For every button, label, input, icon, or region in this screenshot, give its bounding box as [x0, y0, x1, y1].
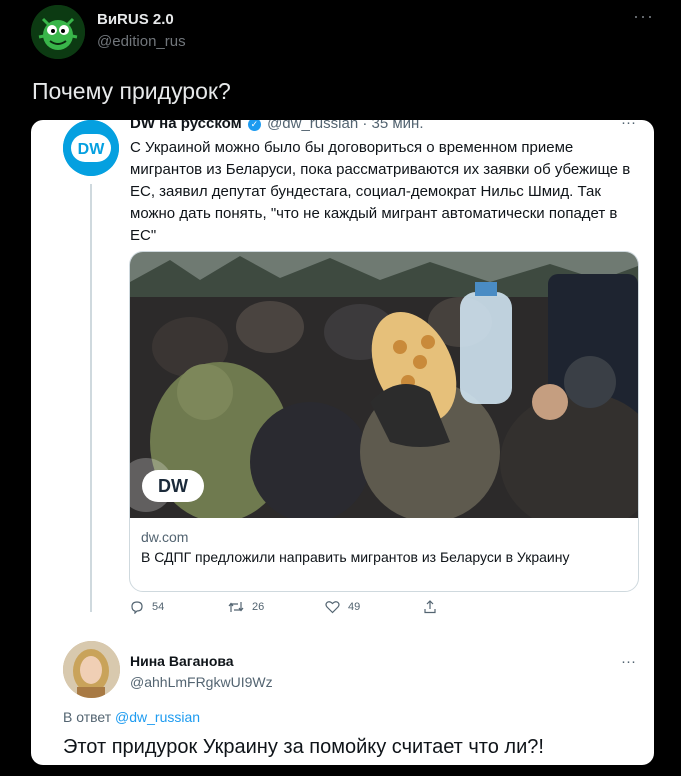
tweet-text: Почему придурок?: [32, 78, 231, 104]
reply-to-prefix: В ответ: [63, 709, 112, 725]
reply-more-button[interactable]: ···: [621, 653, 636, 670]
heart-icon: [325, 601, 340, 614]
woman-portrait-icon: [63, 641, 120, 698]
reply-count: 54: [152, 601, 165, 613]
tweet-actions: 54 26 49: [130, 600, 450, 620]
dw-logo-icon: DW: [63, 120, 119, 176]
quoted-header: DW на русском ✓ @dw_russian · 35 мин.: [130, 120, 424, 132]
dw-avatar[interactable]: DW: [63, 120, 119, 176]
reply-button[interactable]: 54: [130, 600, 164, 614]
retweet-icon: [228, 602, 244, 612]
author-avatar[interactable]: [31, 5, 85, 59]
reply-author-name[interactable]: Нина Ваганова: [130, 653, 234, 669]
reply-text: Этот придурок Украину за помойку считает…: [63, 736, 544, 758]
reply-to-handle-link[interactable]: @dw_russian: [115, 709, 200, 725]
quoted-screenshot: DW DW на русском ✓ @dw_russian · 35 мин.…: [31, 120, 654, 765]
like-count: 49: [348, 601, 361, 613]
tweet: ВиRUS 2.0 @edition_rus ··· Почему придур…: [0, 0, 681, 776]
author-handle[interactable]: @edition_rus: [97, 33, 186, 50]
virus-mascot-icon: [31, 5, 85, 59]
retweet-count: 26: [252, 601, 265, 613]
more-options-button[interactable]: ···: [633, 6, 654, 27]
reply-author-handle[interactable]: @ahhLmFRgkwUI9Wz: [130, 674, 273, 690]
news-photo: DW: [130, 252, 638, 518]
link-domain[interactable]: dw.com: [141, 529, 188, 545]
quoted-more-button[interactable]: ···: [621, 120, 636, 131]
author-name[interactable]: ВиRUS 2.0: [97, 11, 174, 28]
link-preview-card[interactable]: DW dw.com В СДПГ предложили направить ми…: [129, 251, 639, 592]
svg-text:DW: DW: [78, 141, 106, 158]
verified-icon: ✓: [247, 120, 261, 131]
thread-line: [90, 184, 92, 612]
link-title[interactable]: В СДПГ предложили направить мигрантов из…: [141, 548, 621, 567]
reply-icon: [131, 601, 143, 614]
quoted-author-name[interactable]: DW на русском: [130, 120, 242, 132]
share-button[interactable]: [423, 600, 437, 614]
like-button[interactable]: 49: [325, 600, 360, 614]
svg-text:DW: DW: [158, 476, 188, 496]
quoted-author-handle[interactable]: @dw_russian · 35 мин.: [267, 120, 423, 132]
share-icon: [424, 600, 436, 614]
retweet-button[interactable]: 26: [228, 600, 264, 614]
quoted-text: С Украиной можно было бы договориться о …: [130, 139, 631, 244]
reply-author-avatar[interactable]: [63, 641, 120, 698]
reply-to-line: В ответ @dw_russian: [63, 709, 200, 725]
